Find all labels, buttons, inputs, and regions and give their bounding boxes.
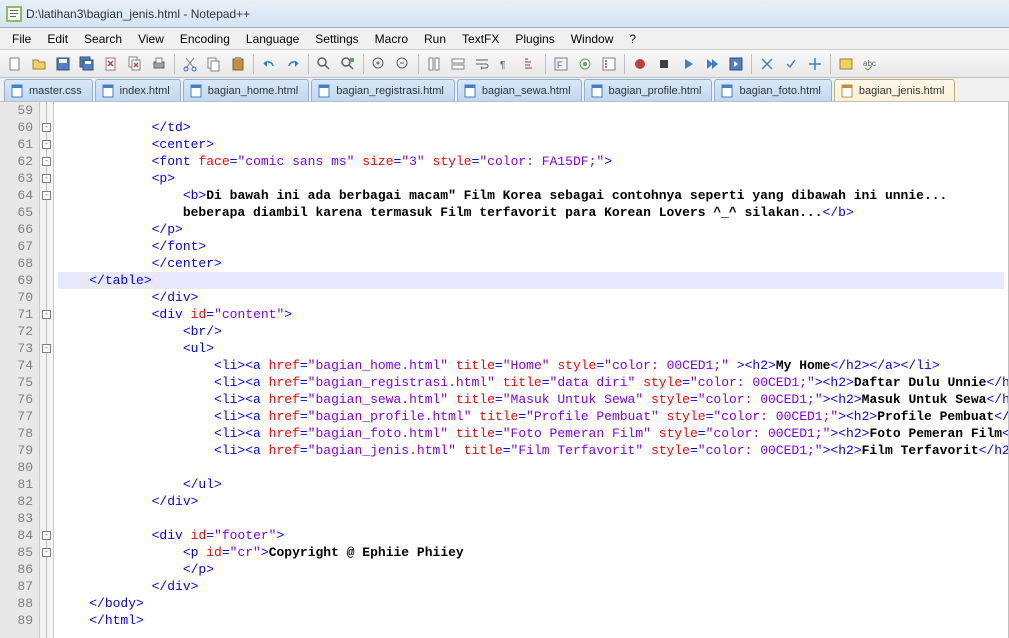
menu-plugins[interactable]: Plugins [507,30,562,48]
menu-edit[interactable]: Edit [39,30,76,48]
x2-button[interactable] [780,53,802,75]
window-title: D:\latihan3\bagian_jenis.html - Notepad+… [26,7,250,21]
tab-bagian-profile[interactable]: bagian_profile.html [584,79,713,101]
close-all-button[interactable] [124,53,146,75]
redo-button[interactable] [282,53,304,75]
menu-bar: File Edit Search View Encoding Language … [0,28,1009,50]
tab-bar: master.css index.html bagian_home.html b… [0,78,1009,102]
tab-label: bagian_jenis.html [859,85,945,97]
tab-label: bagian_home.html [208,85,299,97]
toolbar: ¶ F abc [0,50,1009,78]
cut-button[interactable] [179,53,201,75]
show-all-button[interactable]: ¶ [495,53,517,75]
word-wrap-button[interactable] [471,53,493,75]
svg-text:¶: ¶ [500,60,505,71]
toolbar-separator [418,54,419,74]
menu-settings[interactable]: Settings [307,30,366,48]
code-editor[interactable]: 5960616263646566676869707172737475767778… [0,102,1009,638]
func-list-button[interactable] [598,53,620,75]
tab-label: bagian_registrasi.html [336,85,444,97]
toolbar-separator [174,54,175,74]
print-button[interactable] [148,53,170,75]
menu-textfx[interactable]: TextFX [454,30,507,48]
play-multi-button[interactable] [701,53,723,75]
copy-button[interactable] [203,53,225,75]
tab-label: bagian_foto.html [739,85,820,97]
app-icon [6,6,22,22]
toolbar-separator [545,54,546,74]
toolbar-separator [830,54,831,74]
x4-button[interactable] [835,53,857,75]
tab-bagian-registrasi[interactable]: bagian_registrasi.html [311,79,455,101]
tab-master-css[interactable]: master.css [4,79,93,101]
sync-v-button[interactable] [423,53,445,75]
spell-button[interactable]: abc [859,53,881,75]
menu-run[interactable]: Run [416,30,454,48]
menu-window[interactable]: Window [563,30,622,48]
replace-button[interactable] [337,53,359,75]
x1-button[interactable] [756,53,778,75]
undo-button[interactable] [258,53,280,75]
sync-h-button[interactable] [447,53,469,75]
code-area[interactable]: </td> <center> <font face="comic sans ms… [54,102,1008,638]
tab-label: master.css [29,85,82,97]
toolbar-separator [308,54,309,74]
x3-button[interactable] [804,53,826,75]
menu-view[interactable]: View [130,30,172,48]
record-button[interactable] [629,53,651,75]
svg-text:F: F [557,60,563,70]
menu-macro[interactable]: Macro [367,30,416,48]
toolbar-separator [363,54,364,74]
play-button[interactable] [677,53,699,75]
save-button[interactable] [52,53,74,75]
toolbar-separator [253,54,254,74]
tab-label: bagian_sewa.html [482,85,571,97]
stop-button[interactable] [653,53,675,75]
menu-help[interactable]: ? [621,30,644,48]
new-file-button[interactable] [4,53,26,75]
title-bar: D:\latihan3\bagian_jenis.html - Notepad+… [0,0,1009,28]
tab-bagian-sewa[interactable]: bagian_sewa.html [457,79,582,101]
find-button[interactable] [313,53,335,75]
doc-map-button[interactable] [574,53,596,75]
menu-encoding[interactable]: Encoding [172,30,238,48]
tab-label: index.html [120,85,170,97]
tab-bagian-home[interactable]: bagian_home.html [183,79,310,101]
indent-guide-button[interactable] [519,53,541,75]
tab-index-html[interactable]: index.html [95,79,181,101]
paste-button[interactable] [227,53,249,75]
toolbar-separator [751,54,752,74]
zoom-out-button[interactable] [392,53,414,75]
zoom-in-button[interactable] [368,53,390,75]
tab-bagian-foto[interactable]: bagian_foto.html [714,79,831,101]
tab-bagian-jenis[interactable]: bagian_jenis.html [834,79,956,101]
menu-search[interactable]: Search [76,30,130,48]
fold-column[interactable]: --------- [40,102,54,638]
toolbar-separator [624,54,625,74]
svg-text:abc: abc [863,59,876,68]
menu-language[interactable]: Language [238,30,307,48]
tab-label: bagian_profile.html [609,85,702,97]
save-all-button[interactable] [76,53,98,75]
open-file-button[interactable] [28,53,50,75]
menu-file[interactable]: File [4,30,39,48]
close-button[interactable] [100,53,122,75]
lang-button[interactable]: F [550,53,572,75]
line-gutter: 5960616263646566676869707172737475767778… [0,102,40,638]
save-macro-button[interactable] [725,53,747,75]
